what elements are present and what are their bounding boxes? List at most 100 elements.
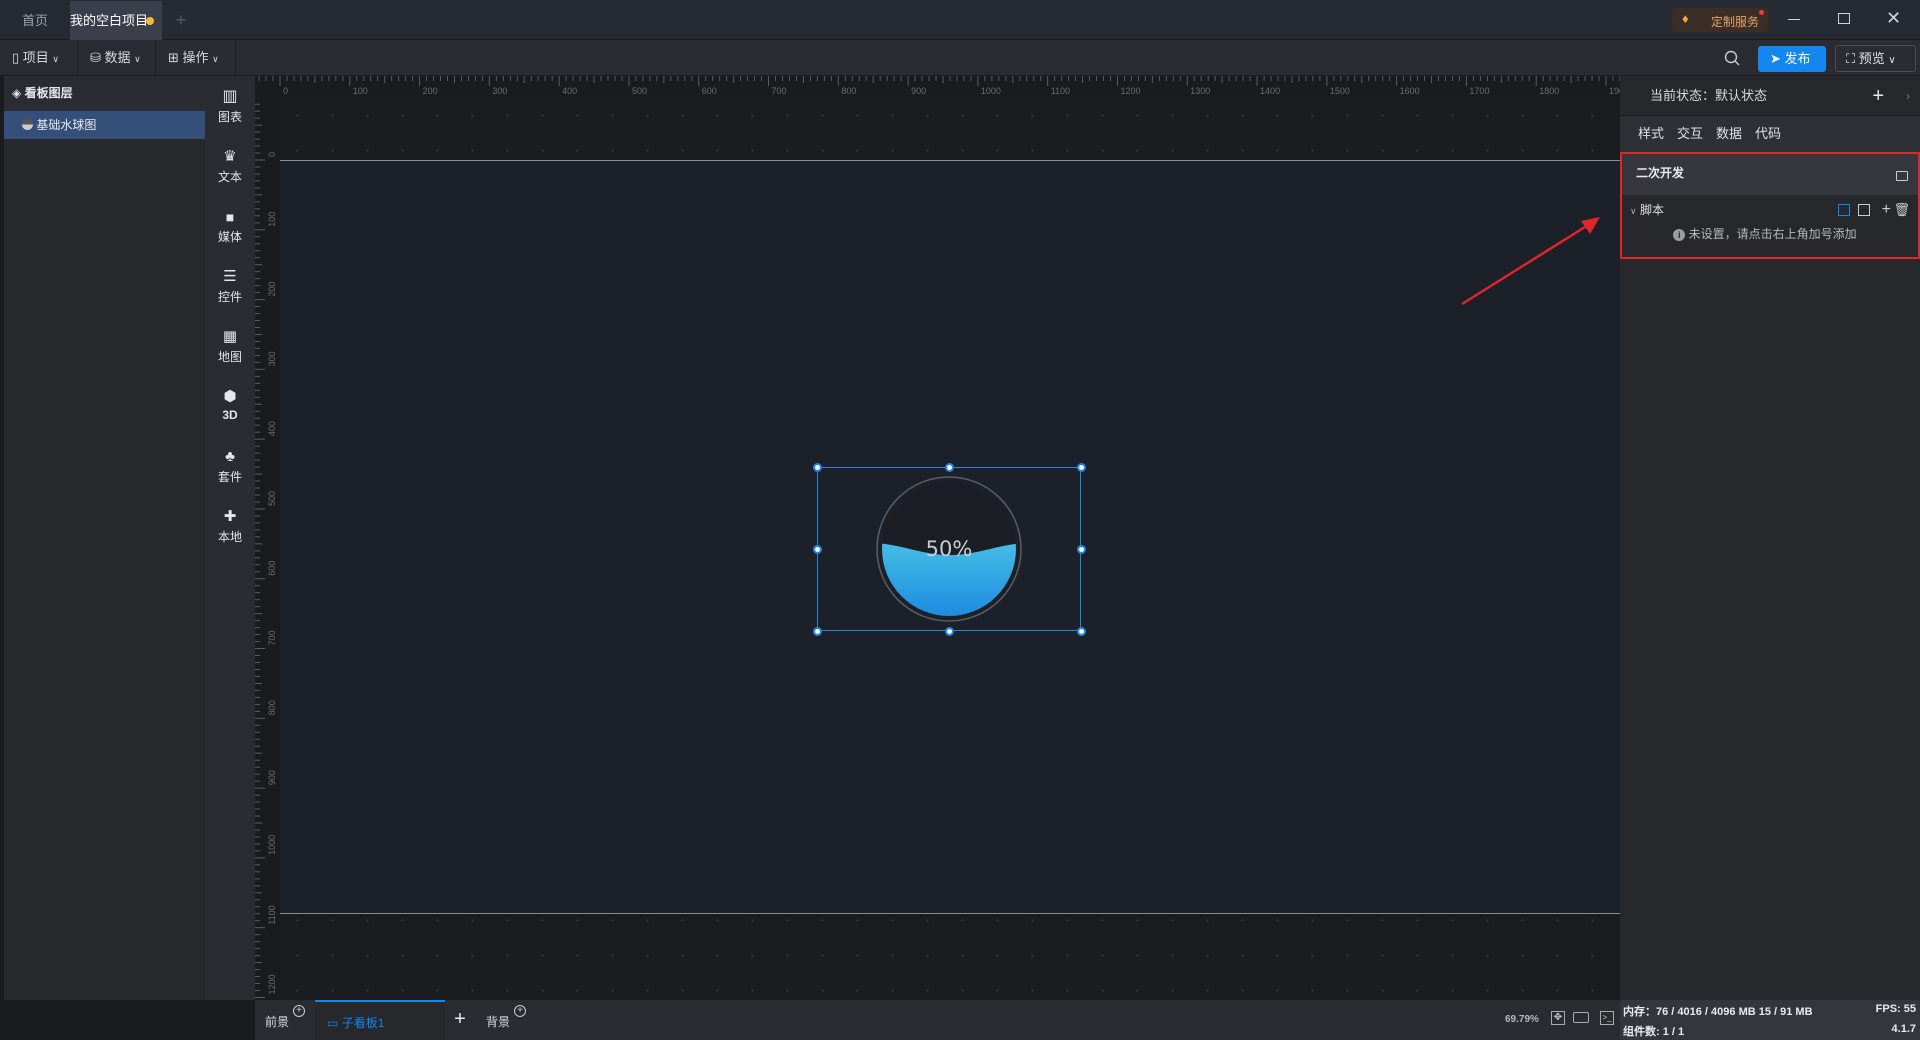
resize-handle[interactable]: [1077, 463, 1086, 472]
ruler-label: 1400: [1260, 86, 1280, 96]
ruler-label: 800: [841, 86, 856, 96]
resize-handle[interactable]: [1077, 627, 1086, 636]
tool-3d[interactable]: ⬢ 3D: [205, 388, 255, 422]
ruler-label: 300: [267, 351, 277, 366]
board-tab-label: 子看板1: [341, 1016, 385, 1030]
close-button[interactable]: ✕: [1886, 8, 1901, 29]
current-state-label[interactable]: 当前状态：默认状态: [1650, 88, 1767, 103]
chevron-right-icon[interactable]: ›: [1906, 76, 1910, 116]
tab-style[interactable]: 样式: [1638, 126, 1664, 141]
ruler-label: 700: [267, 630, 277, 645]
list-icon: ☰: [223, 268, 237, 285]
menu-data[interactable]: ⛁ 数据 ∨: [78, 40, 156, 76]
menu-project[interactable]: ▯ 项目 ∨: [0, 40, 78, 76]
layers-panel: ◈ 看板图层 基础水球图: [4, 76, 205, 1000]
ruler-label: 200: [267, 282, 277, 297]
resize-handle[interactable]: [945, 463, 954, 472]
section-title: 二次开发: [1636, 166, 1685, 180]
restore-button[interactable]: [1838, 13, 1850, 24]
layer-item[interactable]: 基础水球图: [4, 111, 205, 139]
status-bar: 内存：76 / 4016 / 4096 MB 15 / 91 MB FPS: 5…: [1620, 1000, 1920, 1040]
ruler-left[interactable]: -100010020030040050060070080090010001100…: [255, 98, 280, 1000]
tool-chart[interactable]: ▥ 图表: [205, 88, 255, 125]
background-tab[interactable]: 背景: [486, 1013, 510, 1030]
zoom-level[interactable]: 69.79%: [1505, 1014, 1539, 1025]
script-row[interactable]: ∨ 脚本 + 🗑: [1622, 195, 1918, 225]
keyboard-icon[interactable]: [1573, 1012, 1589, 1023]
ruler-label: 400: [267, 421, 277, 436]
ruler-label: 500: [632, 86, 647, 96]
new-tab-button[interactable]: +: [166, 1, 196, 40]
board-tab[interactable]: ▭ 子看板1: [315, 1000, 445, 1040]
section-header[interactable]: 二次开发: [1622, 154, 1918, 195]
foreground-tab[interactable]: 前景: [265, 1013, 289, 1030]
layers-header: ◈ 看板图层: [4, 76, 205, 111]
tool-controls[interactable]: ☰ 控件: [205, 268, 255, 305]
ruler-label: 1700: [1469, 86, 1489, 96]
ruler-label: 500: [267, 491, 277, 506]
ruler-label: 1600: [1400, 86, 1420, 96]
empty-hint-text: 未设置，请点击右上角加号添加: [1688, 227, 1857, 241]
tab-data[interactable]: 数据: [1716, 126, 1742, 141]
custom-service-button[interactable]: ♦ 定制服务: [1672, 8, 1768, 32]
tool-label: 文本: [217, 170, 242, 184]
add-background-icon[interactable]: +: [514, 1005, 526, 1017]
state-bar: 当前状态：默认状态 + ›: [1620, 76, 1920, 116]
ruler-label: 1300: [1190, 86, 1210, 96]
tool-label: 控件: [217, 290, 242, 304]
background-label: 背景: [486, 1015, 511, 1029]
ruler-label: 1500: [1330, 86, 1350, 96]
ruler-label: 1200: [267, 974, 277, 994]
publish-button[interactable]: ➤ 发布: [1758, 46, 1826, 72]
secondary-dev-section: 二次开发 ∨ 脚本 + 🗑 i 未设置，请点击右上角加号添加: [1620, 152, 1920, 259]
chevron-down-icon: ∨: [1888, 55, 1896, 66]
resize-handle[interactable]: [945, 627, 954, 636]
bar-chart-icon: ▥: [222, 88, 238, 105]
add-state-button[interactable]: +: [1872, 76, 1884, 116]
search-icon[interactable]: [1724, 50, 1741, 67]
add-script-button[interactable]: +: [1882, 195, 1891, 225]
chevron-down-icon: ∨: [52, 54, 60, 64]
resize-handle[interactable]: [813, 463, 822, 472]
tool-kit[interactable]: ♣ 套件: [205, 448, 255, 485]
property-tabs: 样式 交互 数据 代码: [1620, 116, 1920, 152]
fps-counter: FPS: 55: [1875, 1003, 1916, 1015]
tool-local[interactable]: ✚ 本地: [205, 508, 255, 545]
ruler-label: 1900: [1609, 86, 1620, 96]
layout-columns-icon[interactable]: [1858, 204, 1870, 216]
liquid-value-label: 50%: [926, 537, 973, 561]
fit-screen-icon[interactable]: ✥: [1551, 1011, 1565, 1025]
tool-map[interactable]: ▦ 地图: [205, 328, 255, 365]
unsaved-dot-icon: [146, 17, 154, 25]
cube-icon: ⬢: [223, 388, 237, 405]
liquid-ball-chart[interactable]: 50%: [870, 470, 1030, 630]
tab-project-label: 我的空白项目: [70, 13, 149, 28]
terminal-icon[interactable]: >_: [1600, 1011, 1614, 1025]
layout-table-icon[interactable]: [1838, 204, 1850, 216]
tool-text[interactable]: ♛ 文本: [205, 148, 255, 185]
resize-handle[interactable]: [1077, 545, 1086, 554]
menu-operate-label: 操作: [182, 50, 209, 65]
map-icon: ▦: [222, 328, 238, 345]
tool-label: 媒体: [217, 230, 242, 244]
resize-handle[interactable]: [813, 627, 822, 636]
resize-handle[interactable]: [813, 545, 822, 554]
tab-code[interactable]: 代码: [1755, 126, 1781, 141]
tab-project[interactable]: 我的空白项目: [70, 1, 162, 40]
ruler-label: 400: [562, 86, 577, 96]
minimize-button[interactable]: [1788, 19, 1800, 20]
add-foreground-icon[interactable]: +: [293, 1005, 305, 1017]
trash-icon[interactable]: 🗑: [1893, 195, 1910, 225]
foreground-label: 前景: [265, 1015, 290, 1029]
tab-home[interactable]: 首页: [0, 1, 70, 40]
add-board-button[interactable]: +: [445, 1000, 475, 1040]
chevron-down-icon: ∨: [134, 54, 141, 64]
preview-button[interactable]: ⛶ 预览 ∨: [1835, 45, 1916, 72]
ruler-top[interactable]: -100010020030040050060070080090010001100…: [255, 76, 1620, 98]
menu-operate[interactable]: ⊞ 操作 ∨: [156, 40, 236, 76]
ruler-label: 900: [911, 86, 926, 96]
tool-media[interactable]: ■ 媒体: [205, 208, 255, 245]
lock-icon[interactable]: [1896, 171, 1908, 181]
crown-icon: ♛: [223, 148, 237, 165]
tab-interaction[interactable]: 交互: [1677, 126, 1703, 141]
